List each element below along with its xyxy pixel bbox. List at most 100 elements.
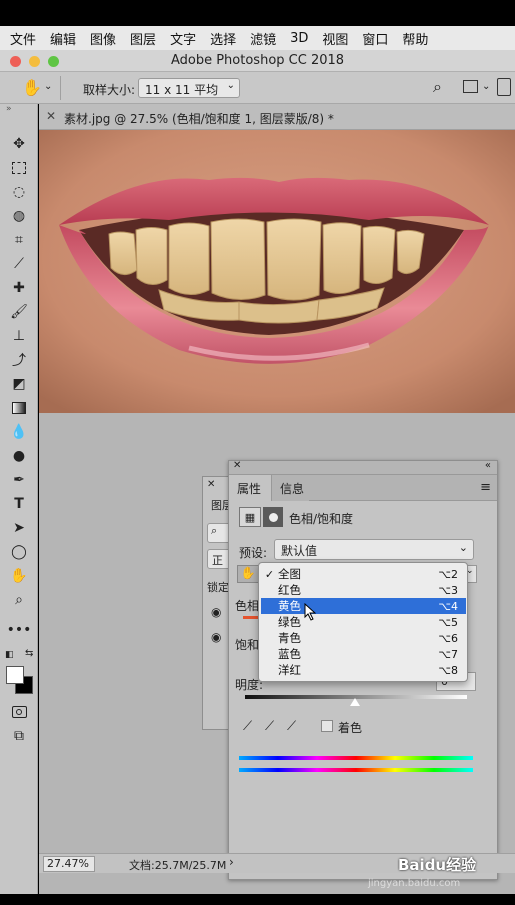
close-tab-icon[interactable]: ✕ — [46, 109, 56, 123]
menu-item-shortcut: ⌥3 — [438, 583, 458, 597]
collapse-icon[interactable]: « — [485, 460, 491, 471]
zoom-field[interactable]: 27.47% — [43, 856, 95, 872]
panel-menu-icon[interactable]: ≡ — [480, 480, 491, 495]
eye-icon[interactable]: ◉ — [211, 605, 221, 619]
menu-edit[interactable]: 编辑 — [50, 29, 85, 48]
saturation-label: 饱和 — [235, 638, 260, 652]
eyedropper-icon[interactable]: ⟋ — [243, 719, 252, 734]
tab-strip — [309, 475, 497, 501]
colorize-label: 着色 — [338, 721, 363, 735]
menu-item-label: 青色 — [278, 631, 301, 645]
zoom-tool-icon[interactable]: ⌕ — [9, 590, 29, 610]
watermark-url: jingyan.baidu.com — [368, 878, 461, 889]
color-range-menu: ✓ 全图 ⌥2 红色 ⌥3 黄色 ⌥4 绿色 ⌥5 青色 ⌥6 蓝色 ⌥7 洋红… — [258, 562, 468, 682]
search-icon[interactable]: ⌕ — [433, 77, 442, 97]
brush-tool-icon[interactable]: 🖌 — [9, 302, 29, 322]
preset-select[interactable]: 默认值 ⌄ — [274, 539, 474, 560]
type-tool-icon[interactable]: T — [9, 494, 29, 514]
hand-tool-icon[interactable]: ✋ — [22, 78, 42, 97]
lasso-tool-icon[interactable]: ◌ — [9, 182, 29, 202]
eye-icon[interactable]: ◉ — [211, 630, 221, 644]
targeted-adjustment-icon[interactable]: ✋ — [237, 565, 259, 583]
sample-size-select[interactable]: 11 x 11 平均 ⌄ — [138, 78, 240, 98]
hand-tool-icon[interactable]: ✋ — [9, 566, 29, 586]
close-panel-icon[interactable]: ✕ — [233, 460, 241, 471]
menu-item-greens[interactable]: 绿色 ⌥5 — [261, 614, 466, 630]
crop-tool-icon[interactable]: ⌗ — [9, 230, 29, 250]
collapse-icon[interactable]: » — [6, 104, 12, 114]
preset-label: 预设: — [239, 546, 268, 560]
move-tool-icon[interactable]: ✥ — [9, 134, 29, 154]
more-tools-icon[interactable]: ••• — [7, 620, 32, 640]
sample-size-label: 取样大小: — [83, 83, 136, 97]
menu-item-cyans[interactable]: 青色 ⌥6 — [261, 630, 466, 646]
eraser-tool-icon[interactable]: ◩ — [9, 374, 29, 394]
menu-item-label: 全图 — [278, 567, 301, 581]
panel-header: ✕ « — [229, 460, 497, 475]
check-icon: ✓ — [264, 567, 275, 581]
ellipse-tool-icon[interactable]: ◯ — [9, 542, 29, 562]
color-bar-bottom — [239, 768, 473, 772]
quick-select-tool-icon[interactable]: ◍ — [9, 206, 29, 226]
clone-stamp-tool-icon[interactable]: ⊥ — [9, 326, 29, 346]
pen-tool-icon[interactable]: ✒ — [9, 470, 29, 490]
menu-item-reds[interactable]: 红色 ⌥3 — [261, 582, 466, 598]
menu-item-label: 洋红 — [278, 663, 301, 677]
chevron-down-icon: ⌄ — [226, 80, 235, 91]
document-tab-title[interactable]: 素材.jpg @ 27.5% (色相/饱和度 1, 图层蒙版/8) * — [64, 110, 334, 127]
menu-layer[interactable]: 图层 — [130, 29, 165, 48]
preset-value: 默认值 — [281, 544, 318, 558]
lock-label: 锁定 — [207, 581, 229, 594]
screen-mode-icon[interactable]: ⧉ — [9, 726, 29, 746]
healing-brush-tool-icon[interactable]: ✚ — [9, 278, 29, 298]
menu-item-label: 绿色 — [278, 615, 301, 629]
photo-smile[interactable] — [39, 130, 515, 413]
path-select-tool-icon[interactable]: ➤ — [9, 518, 29, 538]
menu-item-shortcut: ⌥5 — [438, 615, 458, 629]
menu-item-magentas[interactable]: 洋红 ⌥8 — [261, 662, 466, 678]
close-panel-icon[interactable]: ✕ — [207, 479, 215, 490]
divider — [60, 76, 61, 100]
colorize-checkbox[interactable] — [321, 720, 333, 732]
gradient-tool-icon[interactable] — [9, 398, 29, 418]
watermark: Baidu经验 jingyan.baidu.com — [368, 852, 508, 889]
lightness-slider-thumb[interactable] — [350, 698, 360, 706]
menu-view[interactable]: 视图 — [322, 29, 357, 48]
tab-info[interactable]: 信息 — [271, 475, 314, 501]
menu-item-label: 蓝色 — [278, 647, 301, 661]
history-brush-tool-icon[interactable]: ⤴ — [9, 350, 29, 370]
mouse-cursor-icon — [304, 603, 316, 621]
share-icon[interactable] — [497, 78, 511, 96]
menu-3d[interactable]: 3D — [290, 31, 317, 46]
menu-item-blues[interactable]: 蓝色 ⌥7 — [261, 646, 466, 662]
tab-properties[interactable]: 属性 — [229, 475, 270, 501]
marquee-tool-icon[interactable] — [9, 158, 29, 178]
menu-bar: 文件 编辑 图像 图层 文字 选择 滤镜 3D 视图 窗口 帮助 — [0, 26, 515, 50]
chevron-down-icon: ⌄ — [458, 541, 468, 554]
eyedropper-plus-icon[interactable]: ⟋ — [265, 719, 274, 734]
chevron-down-icon[interactable]: ⌄ — [44, 81, 52, 92]
eyedropper-minus-icon[interactable]: ⟋ — [287, 719, 296, 734]
menu-select[interactable]: 选择 — [210, 29, 245, 48]
menu-type[interactable]: 文字 — [170, 29, 205, 48]
menu-help[interactable]: 帮助 — [402, 29, 437, 48]
dodge-tool-icon[interactable]: ● — [9, 446, 29, 466]
menu-window[interactable]: 窗口 — [362, 29, 397, 48]
menu-file[interactable]: 文件 — [10, 29, 45, 48]
layer-mask-icon[interactable] — [263, 507, 283, 527]
menu-image[interactable]: 图像 — [90, 29, 125, 48]
default-colors-icon[interactable]: ◧ — [5, 650, 14, 660]
menu-item-master[interactable]: ✓ 全图 ⌥2 — [261, 566, 466, 582]
hue-label: 色相 — [235, 599, 260, 613]
menu-item-yellows[interactable]: 黄色 ⌥4 — [261, 598, 466, 614]
chevron-down-icon[interactable]: ⌄ — [482, 81, 490, 92]
foreground-color-swatch[interactable] — [6, 666, 24, 684]
quick-mask-icon[interactable] — [9, 702, 29, 722]
chevron-right-icon[interactable]: › — [229, 855, 234, 869]
eyedropper-tool-icon[interactable]: ⟋ — [9, 254, 29, 274]
workspace-icon[interactable] — [463, 80, 478, 93]
swap-colors-icon[interactable]: ⇆ — [25, 648, 33, 659]
app-title: Adobe Photoshop CC 2018 — [170, 53, 345, 68]
blur-tool-icon[interactable]: 💧 — [9, 422, 29, 442]
menu-filter[interactable]: 滤镜 — [250, 29, 285, 48]
